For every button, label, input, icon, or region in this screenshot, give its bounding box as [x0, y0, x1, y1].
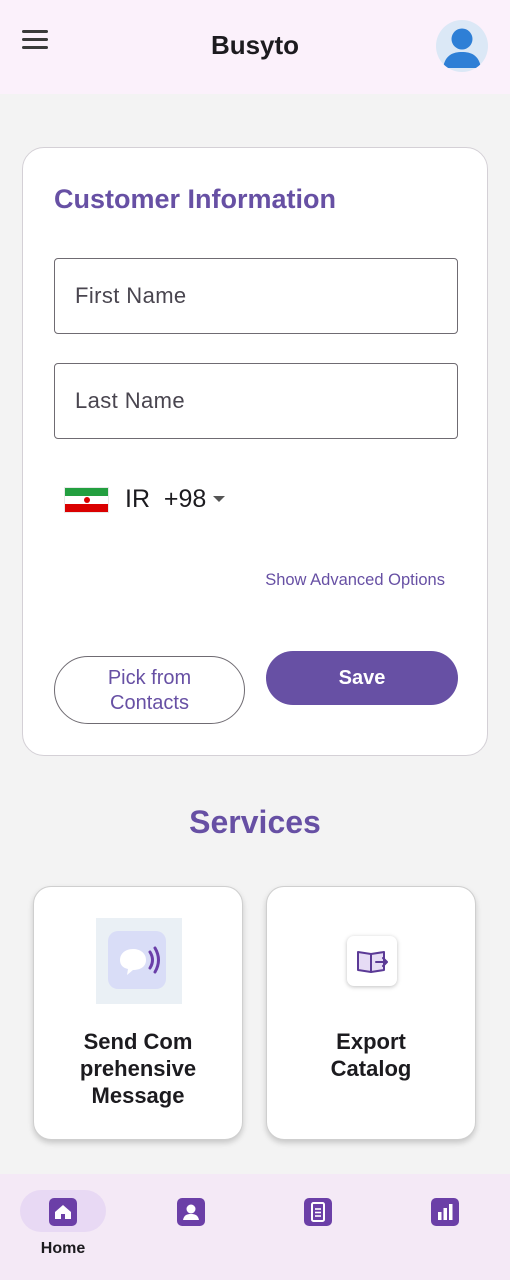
caret-down-icon — [213, 496, 225, 502]
nav-item-reports[interactable] — [402, 1190, 488, 1270]
export-catalog-service-card[interactable]: Export Catalog — [266, 886, 476, 1140]
last-name-placeholder: Last Name — [75, 388, 185, 413]
show-advanced-options-link[interactable]: Show Advanced Options — [265, 571, 445, 590]
person-icon — [177, 1198, 205, 1226]
pick-contacts-label-line1: Pick from — [107, 667, 192, 689]
pick-contacts-label-line2: Contacts — [110, 692, 189, 714]
speech-bubble-waves-icon — [96, 918, 182, 1004]
iran-flag-icon — [64, 487, 109, 513]
send-message-service-card[interactable]: Send Com prehensive Message — [33, 886, 243, 1140]
top-app-bar: Busyto — [0, 0, 510, 94]
book-export-icon — [347, 936, 397, 986]
card-title: Customer Information — [54, 184, 337, 214]
bar-chart-icon — [431, 1198, 459, 1226]
document-icon — [304, 1198, 332, 1226]
export-catalog-label: Export Catalog — [330, 1029, 412, 1081]
first-name-placeholder: First Name — [75, 283, 187, 308]
nav-label-home: Home — [40, 1240, 86, 1257]
pick-from-contacts-button[interactable]: Pick from Contacts — [54, 656, 245, 724]
first-name-field[interactable]: First Name — [54, 258, 458, 334]
avatar-icon[interactable] — [436, 20, 488, 72]
country-code: IR +98 — [125, 485, 207, 513]
home-icon — [49, 1198, 77, 1226]
app-title: Busyto — [210, 30, 300, 60]
nav-item-home[interactable]: Home — [20, 1190, 106, 1270]
send-message-label: Send Com prehensive Message — [79, 1029, 197, 1108]
nav-item-contacts[interactable] — [148, 1190, 234, 1270]
save-button[interactable]: Save — [266, 651, 458, 705]
services-heading: Services — [189, 804, 321, 840]
last-name-field[interactable]: Last Name — [54, 363, 458, 439]
nav-item-documents[interactable] — [275, 1190, 361, 1270]
bottom-navigation: Home — [0, 1174, 510, 1280]
customer-info-card: Customer Information First Name Last Nam… — [22, 147, 488, 756]
